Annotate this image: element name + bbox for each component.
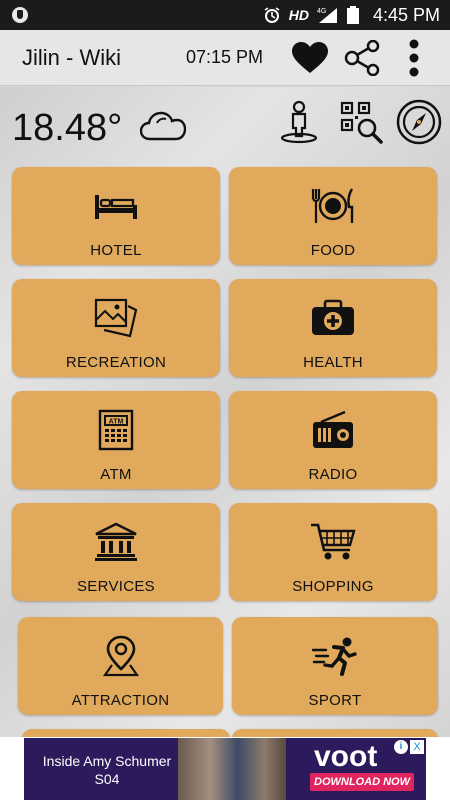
alarm-icon (264, 7, 280, 23)
network-type: HD (288, 7, 309, 23)
main-content: 18.48° HOTEL FOOD RECREATION HEALTH ATM … (0, 87, 450, 737)
bed-icon (91, 183, 141, 229)
tile-label: RECREATION (65, 354, 167, 371)
food-icon (308, 183, 358, 229)
ad-image (178, 738, 286, 800)
svg-text:ATM: ATM (109, 419, 124, 426)
partial-tile[interactable] (22, 729, 230, 737)
battery-icon (346, 6, 359, 24)
tile-label: ATTRACTION (71, 692, 170, 709)
tile-label: HOTEL (90, 242, 142, 259)
tile-label: RADIO (308, 466, 358, 483)
compass-icon[interactable] (396, 99, 442, 145)
sport-tile[interactable]: SPORT (232, 617, 438, 715)
shopping-cart-icon (308, 519, 358, 565)
temperature: 18.48° (12, 107, 123, 149)
ad-banner: Inside Amy Schumer S04 voot DOWNLOAD NOW… (0, 737, 450, 800)
shield-icon (12, 7, 28, 23)
ad-cta-button[interactable]: DOWNLOAD NOW (310, 773, 414, 791)
pictures-icon (91, 295, 141, 341)
atm-icon: ATM (91, 407, 141, 453)
favorite-heart-icon[interactable] (290, 38, 330, 78)
ad-text: Inside Amy Schumer S04 (42, 753, 172, 787)
more-options-icon[interactable] (394, 38, 434, 78)
tile-label: FOOD (310, 242, 356, 259)
map-pin-icon (96, 633, 146, 679)
person-location-icon[interactable] (276, 99, 322, 145)
bank-building-icon (91, 519, 141, 565)
app-clock: 07:15 PM (186, 47, 264, 67)
app-bar: Jilin - Wiki 07:15 PM (0, 30, 450, 86)
share-icon[interactable] (342, 38, 382, 78)
ad-close-icon[interactable]: X (410, 740, 424, 754)
tile-label: HEALTH (303, 354, 363, 371)
cloud-icon (139, 111, 187, 146)
recreation-tile[interactable]: RECREATION (12, 279, 220, 377)
shopping-tile[interactable]: SHOPPING (229, 503, 437, 601)
ad-info-icon[interactable]: i (394, 740, 408, 754)
ad[interactable]: Inside Amy Schumer S04 voot DOWNLOAD NOW… (24, 738, 426, 800)
status-bar: HD 4G 4:45 PM (0, 0, 450, 30)
health-tile[interactable]: HEALTH (229, 279, 437, 377)
partial-tile[interactable] (232, 729, 438, 737)
qr-scan-icon[interactable] (338, 99, 384, 145)
running-person-icon (310, 633, 360, 679)
svg-text:4G: 4G (317, 8, 326, 15)
tile-label: SERVICES (77, 578, 155, 595)
ad-brand: voot (314, 740, 378, 773)
services-tile[interactable]: SERVICES (12, 503, 220, 601)
app-title: Jilin - Wiki (22, 45, 121, 70)
tile-label: SHOPPING (292, 578, 374, 595)
food-tile[interactable]: FOOD (229, 167, 437, 265)
medical-kit-icon (308, 295, 358, 341)
hotel-tile[interactable]: HOTEL (12, 167, 220, 265)
radio-icon (308, 407, 358, 453)
atm-tile[interactable]: ATM ATM (12, 391, 220, 489)
tile-label: SPORT (308, 692, 362, 709)
status-time: 4:45 PM (372, 4, 440, 25)
tile-label: ATM (100, 466, 132, 483)
attraction-tile[interactable]: ATTRACTION (18, 617, 223, 715)
radio-tile[interactable]: RADIO (229, 391, 437, 489)
signal-icon: 4G (317, 8, 337, 23)
